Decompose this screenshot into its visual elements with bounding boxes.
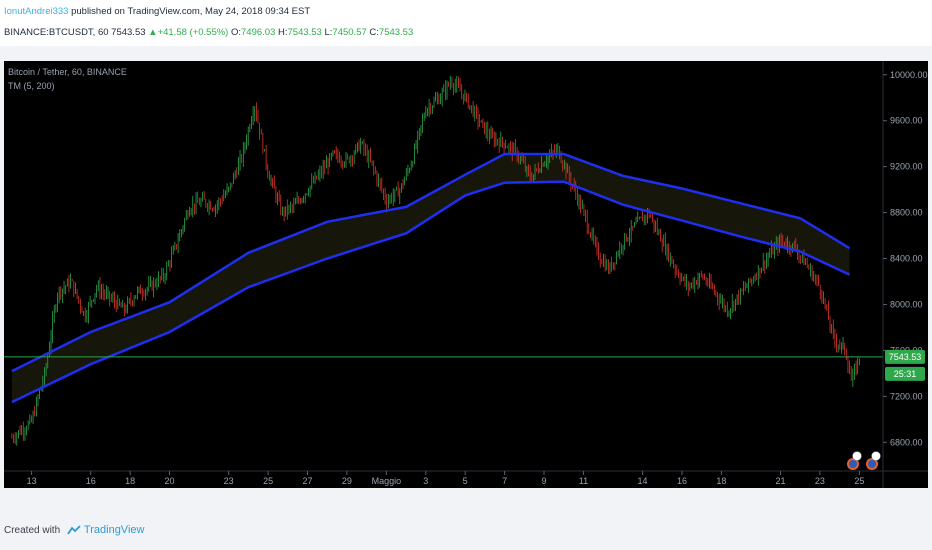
tradingview-logo-icon: [67, 525, 81, 535]
created-with-text: Created with: [4, 525, 61, 536]
last-price-tag: 7543.53 25:31: [885, 349, 925, 381]
x-tick-label: 18: [125, 476, 135, 486]
x-tick-label: 21: [776, 476, 786, 486]
open-value: 7496.03: [241, 27, 276, 38]
close-value: 7543.53: [378, 27, 414, 38]
x-tick-label: 16: [86, 476, 96, 486]
event-badge-icon: [871, 451, 881, 461]
x-tick-label: 23: [815, 476, 825, 486]
publish-header: IonutAndrei333 published on TradingView.…: [0, 0, 932, 46]
close-label: C:: [369, 27, 379, 38]
y-tick-label: 9600.00: [890, 116, 923, 126]
chart-area[interactable]: 10000.00 9600.00 9200.00 8800.00 8400.00 8000…: [4, 61, 928, 488]
y-tick-label: 6800.00: [890, 437, 923, 447]
published-text: published on TradingView.com, May 24, 20…: [68, 6, 311, 17]
low-value: 7450.57: [332, 27, 367, 38]
x-tick-label: 5: [463, 476, 468, 486]
x-tick-label: 18: [716, 476, 726, 486]
x-tick-label: 25: [263, 476, 273, 486]
footer: Created with TradingView: [0, 510, 932, 550]
countdown-tag-text: 25:31: [894, 369, 917, 379]
x-tick-label: 23: [224, 476, 234, 486]
author-link[interactable]: IonutAndrei333: [4, 6, 68, 17]
publish-info: IonutAndrei333 published on TradingView.…: [4, 6, 310, 17]
indicator-label: TM (5, 200): [8, 81, 55, 91]
event-flag-2[interactable]: [866, 451, 881, 471]
last-price-text: 7543.53: [111, 27, 146, 38]
event-badge-icon: [852, 451, 862, 461]
high-label: H:: [278, 27, 288, 38]
x-tick-label: 25: [854, 476, 864, 486]
flag-icon: [849, 460, 857, 468]
x-tick-label: 14: [638, 476, 648, 486]
x-tick-label: 29: [342, 476, 352, 486]
symbol-label: BINANCE:BTCUSDT, 60: [4, 27, 109, 38]
high-value: 7543.53: [287, 27, 322, 38]
x-tick-label: 13: [27, 476, 37, 486]
ohlc-legend: BINANCE:BTCUSDT, 60 7543.53 ▲+41.58 (+0.…: [4, 27, 413, 38]
x-tick-label: 7: [502, 476, 507, 486]
x-tick-label: Maggio: [372, 476, 402, 486]
open-label: O:: [230, 27, 242, 38]
y-tick-label: 8000.00: [890, 299, 923, 309]
last-price-tag-text: 7543.53: [889, 352, 922, 362]
x-tick-label: 27: [303, 476, 313, 486]
y-tick-label: 8400.00: [890, 254, 923, 264]
x-tick-label: 11: [579, 476, 588, 486]
y-tick-label: 8800.00: [890, 208, 923, 218]
y-tick-label: 7200.00: [890, 391, 923, 401]
x-tick-label: 20: [165, 476, 175, 486]
y-tick-label: 10000.00: [890, 70, 928, 80]
change-text: +41.58 (+0.55%): [157, 27, 229, 38]
event-flag-1[interactable]: [847, 451, 862, 471]
up-arrow-icon: ▲: [148, 27, 158, 38]
band-fill: [11, 154, 850, 403]
y-tick-label: 9200.00: [890, 162, 923, 172]
x-tick-label: 3: [423, 476, 428, 486]
chart-title: Bitcoin / Tether, 60, BINANCE: [8, 67, 127, 77]
tradingview-brand[interactable]: TradingView: [84, 524, 145, 536]
x-tick-label: 9: [542, 476, 547, 486]
created-with: Created with TradingView: [4, 524, 144, 536]
x-tick-label: 16: [677, 476, 687, 486]
flag-icon: [868, 460, 876, 468]
price-chart[interactable]: 10000.00 9600.00 9200.00 8800.00 8400.00 8000…: [4, 61, 928, 488]
